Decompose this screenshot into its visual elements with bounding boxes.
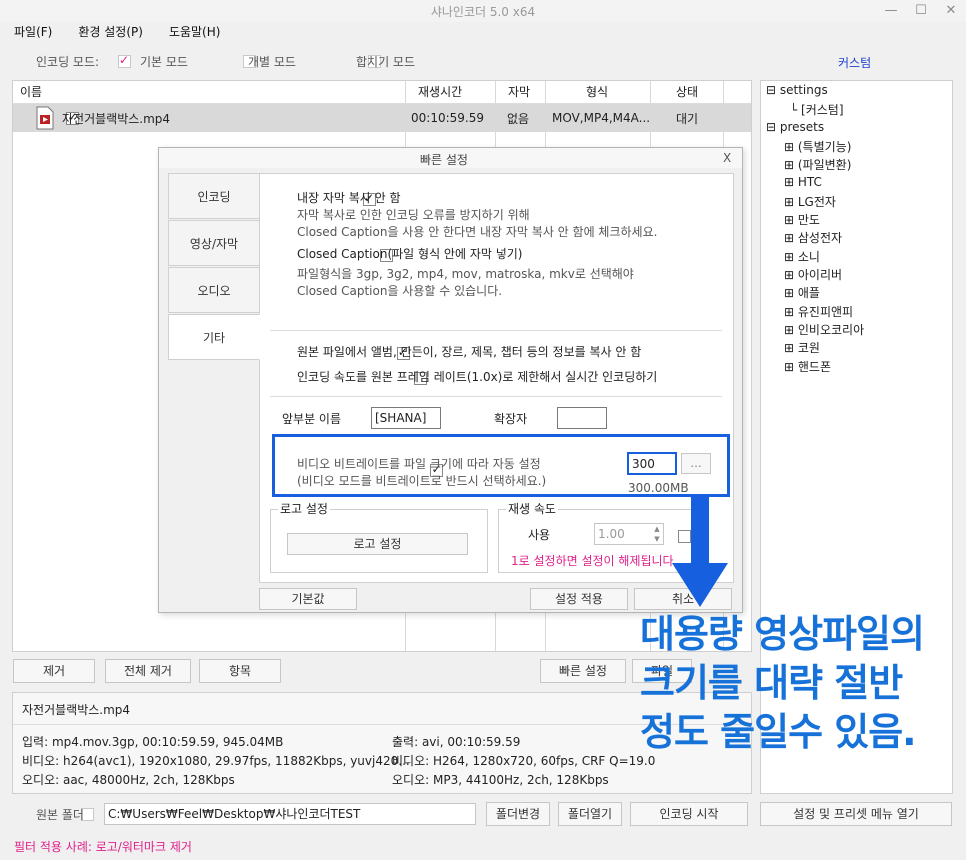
open-preset-menu-button[interactable]: 설정 및 프리셋 메뉴 열기 — [760, 802, 952, 826]
tab-video-subtitle[interactable]: 영상/자막 — [168, 220, 260, 266]
tree-item-eugene[interactable]: ⊞ 유진피앤피 — [784, 303, 853, 320]
tree-item-htc[interactable]: ⊞ HTC — [784, 175, 822, 189]
start-encoding-button[interactable]: 인코딩 시작 — [630, 802, 748, 826]
maximize-icon[interactable]: ☐ — [906, 0, 936, 22]
minimize-icon[interactable]: — — [876, 0, 906, 22]
no-copy-subtitle-desc2: Closed Caption을 사용 안 한다면 내장 자막 복사 안 함에 체… — [297, 225, 658, 239]
auto-bitrate-label: 비디오 비트레이트를 파일 크기에 따라 자동 설정 — [297, 457, 541, 471]
tree-item-lg[interactable]: ⊞ LG전자 — [784, 193, 836, 210]
target-size-input[interactable]: 300 — [627, 452, 677, 475]
menu-bar: 파일(F) 환경 설정(P) 도움말(H) — [10, 22, 224, 42]
custom-link[interactable]: 커스텀 — [838, 54, 871, 71]
info-audio-in: 오디오: aac, 48000Hz, 2ch, 128Kbps — [22, 773, 235, 787]
remove-button[interactable]: 제거 — [13, 659, 95, 683]
prefix-name-input[interactable]: [SHANA] — [371, 407, 441, 429]
row-subtitle: 없음 — [507, 112, 530, 126]
dialog-close-icon[interactable]: X — [723, 151, 731, 165]
speed-group-title: 재생 속도 — [506, 500, 558, 517]
speed-warning: 1로 설정하면 설정이 해제됩니다. — [511, 554, 678, 568]
change-folder-button[interactable]: 폴더변경 — [486, 802, 550, 826]
info-audio-out: 오디오: MP3, 44100Hz, 2ch, 128Kbps — [392, 773, 609, 787]
tree-item-invio[interactable]: ⊞ 인비오코리아 — [784, 321, 864, 338]
individual-mode-label: 개별 모드 — [248, 55, 296, 69]
tree-item-convert[interactable]: ⊞ (파일변환) — [784, 156, 851, 173]
source-folder-label: 원본 폴더 — [36, 808, 84, 822]
info-output: 출력: avi, 00:10:59.59 — [392, 735, 521, 749]
close-icon[interactable]: ✕ — [936, 0, 966, 22]
info-video-out: 비디오: H264, 1280x720, 60fps, CRF Q=19.0 — [392, 754, 656, 768]
no-copy-subtitle-label: 내장 자막 복사 안 함 — [297, 191, 401, 205]
open-folder-button[interactable]: 폴더열기 — [558, 802, 622, 826]
title-bar: 샤나인코더 5.0 x64 — ☐ ✕ — [0, 0, 966, 22]
logo-group-title: 로고 설정 — [278, 500, 330, 517]
tree-presets[interactable]: ⊟ presets — [766, 120, 824, 134]
extension-input[interactable] — [557, 407, 607, 429]
tree-custom[interactable]: └ [커스텀] — [790, 101, 844, 118]
dialog-title: 빠른 설정 — [420, 153, 468, 167]
menu-help[interactable]: 도움말(H) — [165, 22, 225, 42]
basic-mode-label: 기본 모드 — [140, 55, 188, 69]
row-file-name: 자전거블랙박스.mp4 — [62, 112, 171, 126]
annotation-line-3: 정도 줄일수 있음. — [640, 710, 917, 754]
tree-item-sony[interactable]: ⊞ 소니 — [784, 248, 820, 265]
row-status: 대기 — [676, 112, 699, 126]
window-title: 샤나인코더 5.0 x64 — [430, 5, 536, 19]
merge-mode-label: 합치기 모드 — [356, 55, 416, 69]
closed-caption-label: Closed Caption(파일 형식 안에 자막 넣기) — [297, 247, 523, 261]
prefix-name-label: 앞부분 이름 — [282, 412, 342, 426]
default-button[interactable]: 기본값 — [259, 588, 357, 610]
speed-use-label: 사용 — [528, 528, 551, 542]
info-filename: 자전거블랙박스.mp4 — [22, 703, 131, 717]
extension-label: 확장자 — [494, 412, 528, 426]
tree-settings[interactable]: ⊟ settings — [766, 83, 828, 97]
tree-item-mando[interactable]: ⊞ 만도 — [784, 211, 820, 228]
tab-audio[interactable]: 오디오 — [168, 267, 260, 313]
row-duration: 00:10:59.59 — [411, 111, 484, 125]
apply-settings-button[interactable]: 설정 적용 — [530, 588, 628, 610]
tab-encoding[interactable]: 인코딩 — [168, 173, 260, 219]
menu-file[interactable]: 파일(F) — [10, 22, 56, 42]
closed-caption-desc2: Closed Caption을 사용할 수 있습니다. — [297, 284, 503, 298]
target-size-browse-button[interactable]: ... — [681, 453, 711, 474]
realtime-encoding-label: 인코딩 속도를 원본 프레임 레이트(1.0x)로 제한해서 실시간 인코딩하기 — [297, 370, 658, 384]
target-size-value: 300.00MB — [628, 481, 689, 495]
column-name[interactable]: 이름 — [20, 81, 43, 103]
info-video-in: 비디오: h264(avc1), 1920x1080, 29.97fps, 11… — [22, 754, 410, 768]
row-format: MOV,MP4,M4A... — [552, 111, 651, 125]
no-copy-subtitle-desc1: 자막 복사로 인한 인코딩 오류를 방지하기 위해 — [297, 208, 530, 222]
tree-item-iriver[interactable]: ⊞ 아이리버 — [784, 266, 842, 283]
annotation-line-1: 대용량 영상파일의 — [640, 612, 925, 656]
annotation-line-2: 크기를 대략 절반 — [640, 661, 903, 705]
quick-settings-button[interactable]: 빠른 설정 — [540, 659, 626, 683]
logo-settings-button[interactable]: 로고 설정 — [287, 533, 468, 555]
tree-item-phone[interactable]: ⊞ 핸드폰 — [784, 358, 831, 375]
speed-spinner-icon[interactable]: ▲ ▼ — [651, 524, 663, 544]
tab-other[interactable]: 기타 — [168, 314, 260, 360]
tree-item-apple[interactable]: ⊞ 애플 — [784, 284, 820, 301]
closed-caption-desc1: 파일형식을 3gp, 3g2, mp4, mov, matroska, mkv로… — [297, 267, 634, 281]
remove-all-button[interactable]: 전체 제거 — [105, 659, 191, 683]
column-subtitle[interactable]: 자막 — [508, 81, 531, 103]
output-path-field[interactable]: C:₩Users₩Feel₩Desktop₩샤나인코더TEST — [104, 803, 476, 825]
arrow-down-icon — [672, 497, 728, 607]
encoding-mode-label: 인코딩 모드: — [36, 55, 100, 69]
column-status[interactable]: 상태 — [676, 81, 699, 103]
tree-item-cowon[interactable]: ⊞ 코원 — [784, 339, 820, 356]
column-format[interactable]: 형식 — [586, 81, 609, 103]
no-copy-metadata-label: 원본 파일에서 앨범, 만든이, 장르, 제목, 챕터 등의 정보를 복사 안 … — [297, 345, 642, 359]
menu-settings[interactable]: 환경 설정(P) — [74, 22, 147, 42]
info-input: 입력: mp4.mov.3gp, 00:10:59.59, 945.04MB — [22, 735, 284, 749]
video-file-icon — [36, 106, 54, 130]
column-duration[interactable]: 재생시간 — [418, 81, 463, 103]
tree-item-special[interactable]: ⊞ (특별기능) — [784, 138, 851, 155]
filter-note: 필터 적용 사례: 로고/워터마크 제거 — [14, 840, 192, 854]
auto-bitrate-note: (비디오 모드를 비트레이트로 반드시 선택하세요.) — [297, 474, 547, 488]
basic-mode-checkbox[interactable] — [118, 53, 131, 68]
tree-item-samsung[interactable]: ⊞ 삼성전자 — [784, 229, 842, 246]
items-button[interactable]: 항목 — [199, 659, 281, 683]
